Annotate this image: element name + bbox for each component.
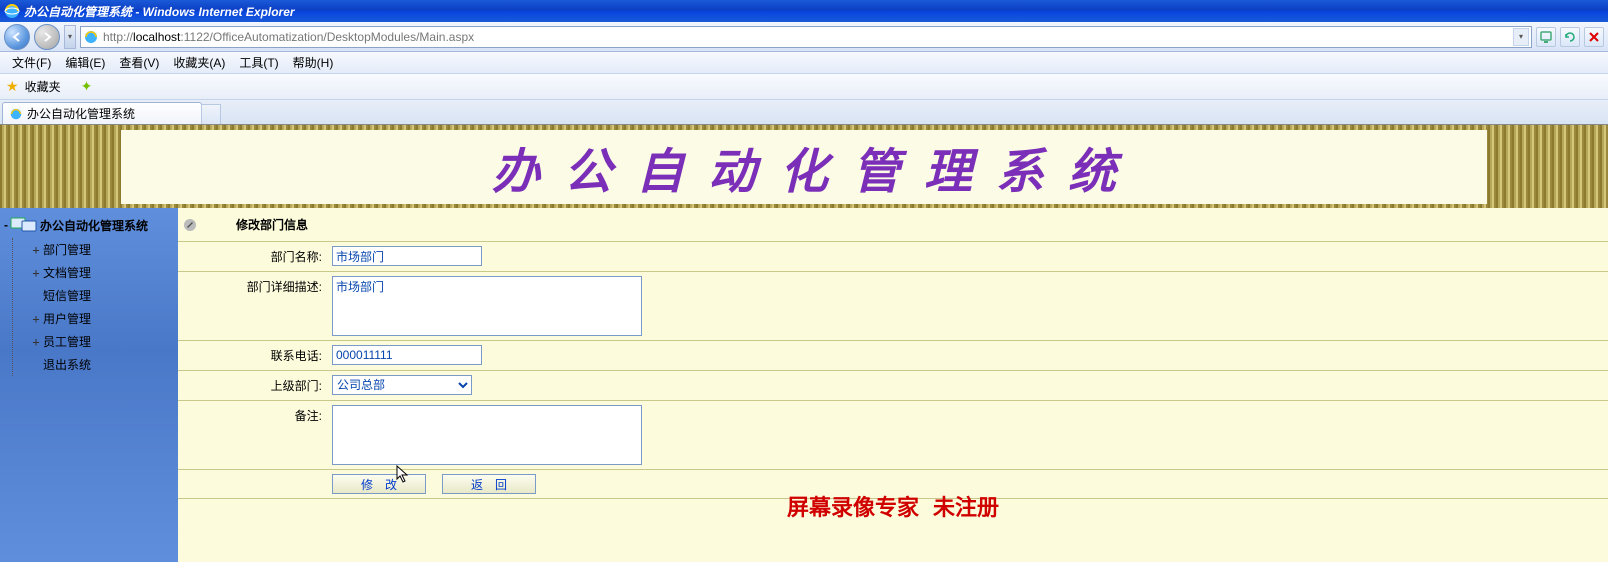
tree-label: 短信管理 xyxy=(43,287,91,304)
menu-file[interactable]: 文件(F) xyxy=(6,52,57,73)
tree-node-user[interactable]: +用户管理 xyxy=(13,307,176,330)
favorites-bar: ★ 收藏夹 ✦ xyxy=(0,74,1608,100)
content-area: - 办公自动化管理系统 +部门管理 +文档管理 短信管理 +用户管理 +员工管理… xyxy=(0,208,1608,562)
tree-node-exit[interactable]: 退出系统 xyxy=(13,353,176,376)
tab-page-icon xyxy=(9,107,23,121)
compat-icon xyxy=(1539,30,1553,44)
back-button[interactable] xyxy=(4,24,30,50)
watermark: 屏幕录像专家未注册 xyxy=(787,490,999,522)
modify-button[interactable]: 修改 xyxy=(332,474,426,494)
banner-title: 办公自动化管理系统 xyxy=(121,130,1488,204)
input-phone[interactable] xyxy=(332,345,482,365)
arrow-left-icon xyxy=(11,31,23,43)
url-dropdown[interactable]: ▾ xyxy=(1513,28,1529,46)
tree-label: 退出系统 xyxy=(43,356,91,373)
tree-node-dept[interactable]: +部门管理 xyxy=(13,238,176,261)
label-parent: 上级部门: xyxy=(178,371,328,400)
favorites-star-icon[interactable]: ★ xyxy=(6,78,19,95)
tree-label: 员工管理 xyxy=(43,333,91,350)
ie-icon xyxy=(4,3,20,19)
edit-icon xyxy=(182,217,198,233)
tab-title: 办公自动化管理系统 xyxy=(27,105,135,122)
tree-label: 用户管理 xyxy=(43,310,91,327)
label-phone: 联系电话: xyxy=(178,341,328,370)
computer-icon xyxy=(10,215,38,235)
select-parent-dept[interactable]: 公司总部 xyxy=(332,375,472,395)
browser-tab[interactable]: 办公自动化管理系统 xyxy=(2,102,202,124)
add-favorite-icon[interactable]: ✦ xyxy=(81,78,93,95)
nav-toolbar: ▾ http://localhost:1122/OfficeAutomatiza… xyxy=(0,22,1608,52)
form-title: 修改部门信息 xyxy=(236,216,308,233)
window-titlebar: 办公自动化管理系统 - Windows Internet Explorer xyxy=(0,0,1608,22)
menu-tools[interactable]: 工具(T) xyxy=(233,52,284,73)
favorites-label[interactable]: 收藏夹 xyxy=(25,78,61,95)
tree-root-label: 办公自动化管理系统 xyxy=(40,217,148,234)
refresh-button[interactable] xyxy=(1560,27,1580,47)
textarea-remark[interactable] xyxy=(332,405,642,465)
back-button-form[interactable]: 返回 xyxy=(442,474,536,494)
tree-root[interactable]: - 办公自动化管理系统 xyxy=(2,212,176,238)
nav-tree: - 办公自动化管理系统 +部门管理 +文档管理 短信管理 +用户管理 +员工管理… xyxy=(2,212,176,376)
label-dept-desc: 部门详细描述: xyxy=(178,272,328,340)
sidebar: - 办公自动化管理系统 +部门管理 +文档管理 短信管理 +用户管理 +员工管理… xyxy=(0,208,178,562)
tree-node-sms[interactable]: 短信管理 xyxy=(13,284,176,307)
menu-bar: 文件(F) 编辑(E) 查看(V) 收藏夹(A) 工具(T) 帮助(H) xyxy=(0,52,1608,74)
tree-node-doc[interactable]: +文档管理 xyxy=(13,261,176,284)
menu-favorites[interactable]: 收藏夹(A) xyxy=(167,52,231,73)
forward-button[interactable] xyxy=(34,24,60,50)
new-tab-button[interactable] xyxy=(201,104,221,124)
label-dept-name: 部门名称: xyxy=(178,242,328,271)
form-table: 部门名称: 部门详细描述: 市场部门 联系电话: 上级部门: 公司总部 备注: xyxy=(178,241,1608,499)
compat-view-button[interactable] xyxy=(1536,27,1556,47)
tree-label: 文档管理 xyxy=(43,264,91,281)
stop-button[interactable] xyxy=(1584,27,1604,47)
tree-label: 部门管理 xyxy=(43,241,91,258)
nav-history-dropdown[interactable]: ▾ xyxy=(64,25,76,49)
form-header: 修改部门信息 xyxy=(178,208,1608,241)
url-text: http://localhost:1122/OfficeAutomatizati… xyxy=(103,30,1509,44)
banner: 办公自动化管理系统 xyxy=(0,124,1608,208)
textarea-dept-desc[interactable]: 市场部门 xyxy=(332,276,642,336)
main-panel: 修改部门信息 部门名称: 部门详细描述: 市场部门 联系电话: 上级部门: 公司… xyxy=(178,208,1608,562)
label-remark: 备注: xyxy=(178,401,328,469)
menu-help[interactable]: 帮助(H) xyxy=(287,52,340,73)
page-icon xyxy=(83,29,99,45)
arrow-right-icon xyxy=(41,31,53,43)
stop-icon xyxy=(1587,30,1601,44)
input-dept-name[interactable] xyxy=(332,246,482,266)
menu-view[interactable]: 查看(V) xyxy=(113,52,165,73)
refresh-icon xyxy=(1563,30,1577,44)
address-bar[interactable]: http://localhost:1122/OfficeAutomatizati… xyxy=(80,26,1532,48)
window-title: 办公自动化管理系统 - Windows Internet Explorer xyxy=(24,3,295,20)
tree-node-staff[interactable]: +员工管理 xyxy=(13,330,176,353)
menu-edit[interactable]: 编辑(E) xyxy=(59,52,111,73)
tab-strip: 办公自动化管理系统 xyxy=(0,100,1608,124)
